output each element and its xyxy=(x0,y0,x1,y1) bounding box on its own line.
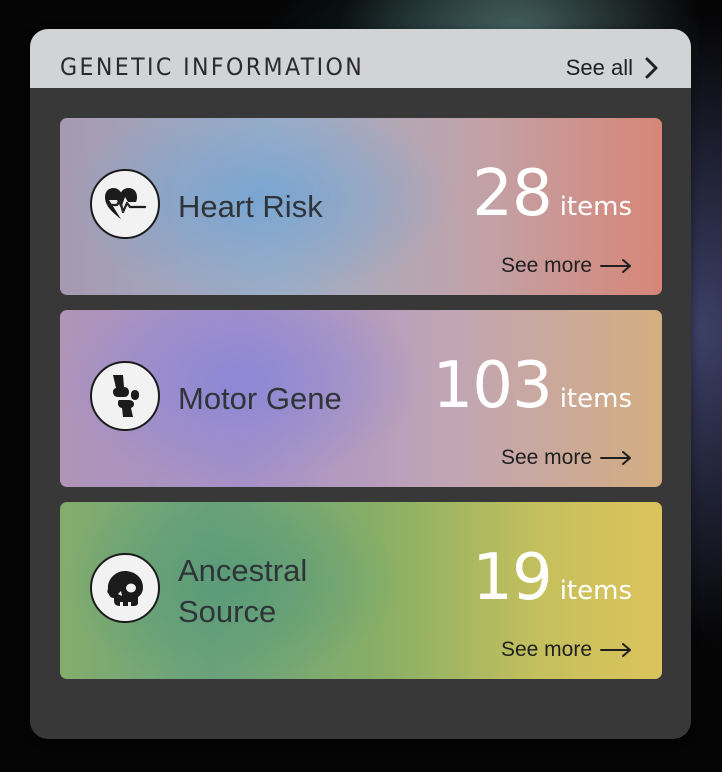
item-count: 103 items xyxy=(433,352,632,420)
count-value: 103 xyxy=(432,349,553,423)
chevron-right-icon xyxy=(645,57,658,79)
motor-gene-card[interactable]: Motor Gene 103 items See more xyxy=(60,310,662,487)
widget-title: GENETIC INFORMATION xyxy=(60,53,365,81)
see-more-link[interactable]: See more xyxy=(501,637,632,663)
count-unit: items xyxy=(559,576,632,606)
count-unit: items xyxy=(559,384,632,414)
arrow-right-icon xyxy=(600,451,631,465)
heart-pulse-icon xyxy=(90,169,160,239)
card-label: Heart Risk xyxy=(178,189,323,224)
count-unit: items xyxy=(559,192,632,222)
see-more-label: See more xyxy=(500,446,592,469)
knee-joint-icon xyxy=(90,361,160,431)
item-count: 19 items xyxy=(472,544,632,612)
arrow-right-icon xyxy=(600,643,631,657)
see-more-link[interactable]: See more xyxy=(501,253,632,279)
count-value: 19 xyxy=(472,541,552,615)
card-label: Motor Gene xyxy=(178,381,342,416)
genetic-information-widget: GENETIC INFORMATION See all Heart Risk 2… xyxy=(30,29,691,739)
item-count: 28 items xyxy=(472,160,632,228)
see-more-label: See more xyxy=(500,638,592,661)
ancestral-source-card[interactable]: Ancestral Source 19 items See more xyxy=(60,502,662,679)
widget-header: GENETIC INFORMATION See all xyxy=(30,29,691,88)
count-value: 28 xyxy=(472,157,552,231)
see-more-label: See more xyxy=(500,254,592,277)
arrow-right-icon xyxy=(600,259,631,273)
see-more-link[interactable]: See more xyxy=(501,445,632,471)
see-all-button[interactable]: See all xyxy=(566,54,659,82)
see-all-label: See all xyxy=(565,55,633,80)
heart-risk-card[interactable]: Heart Risk 28 items See more xyxy=(60,118,662,295)
skull-icon xyxy=(90,553,160,623)
card-label: Ancestral Source xyxy=(178,553,308,629)
